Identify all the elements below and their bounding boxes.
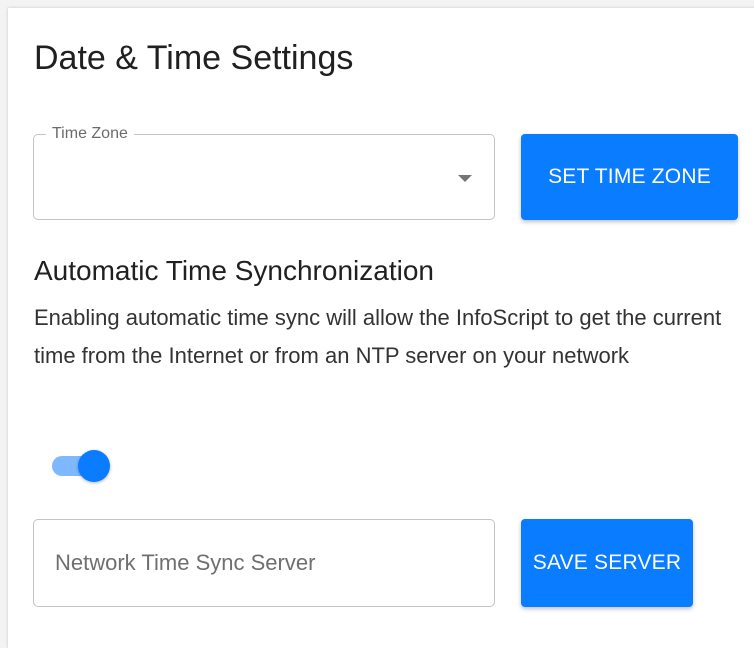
time-zone-select[interactable]: Time Zone: [33, 125, 495, 220]
time-zone-label: Time Zone: [46, 125, 134, 143]
auto-sync-description: Enabling automatic time sync will allow …: [34, 305, 722, 368]
toggle-thumb[interactable]: [78, 450, 110, 482]
save-server-button[interactable]: SAVE SERVER: [521, 519, 693, 607]
settings-card: Date & Time Settings Time Zone SET TIME …: [8, 8, 754, 648]
auto-sync-heading: Automatic Time Synchronization: [34, 255, 434, 286]
page-title: Date & Time Settings: [34, 39, 354, 77]
set-time-zone-button[interactable]: SET TIME ZONE: [521, 134, 738, 220]
ntp-server-input[interactable]: [33, 519, 495, 607]
auto-sync-toggle[interactable]: [52, 450, 112, 482]
dropdown-arrow-icon[interactable]: [458, 175, 472, 182]
